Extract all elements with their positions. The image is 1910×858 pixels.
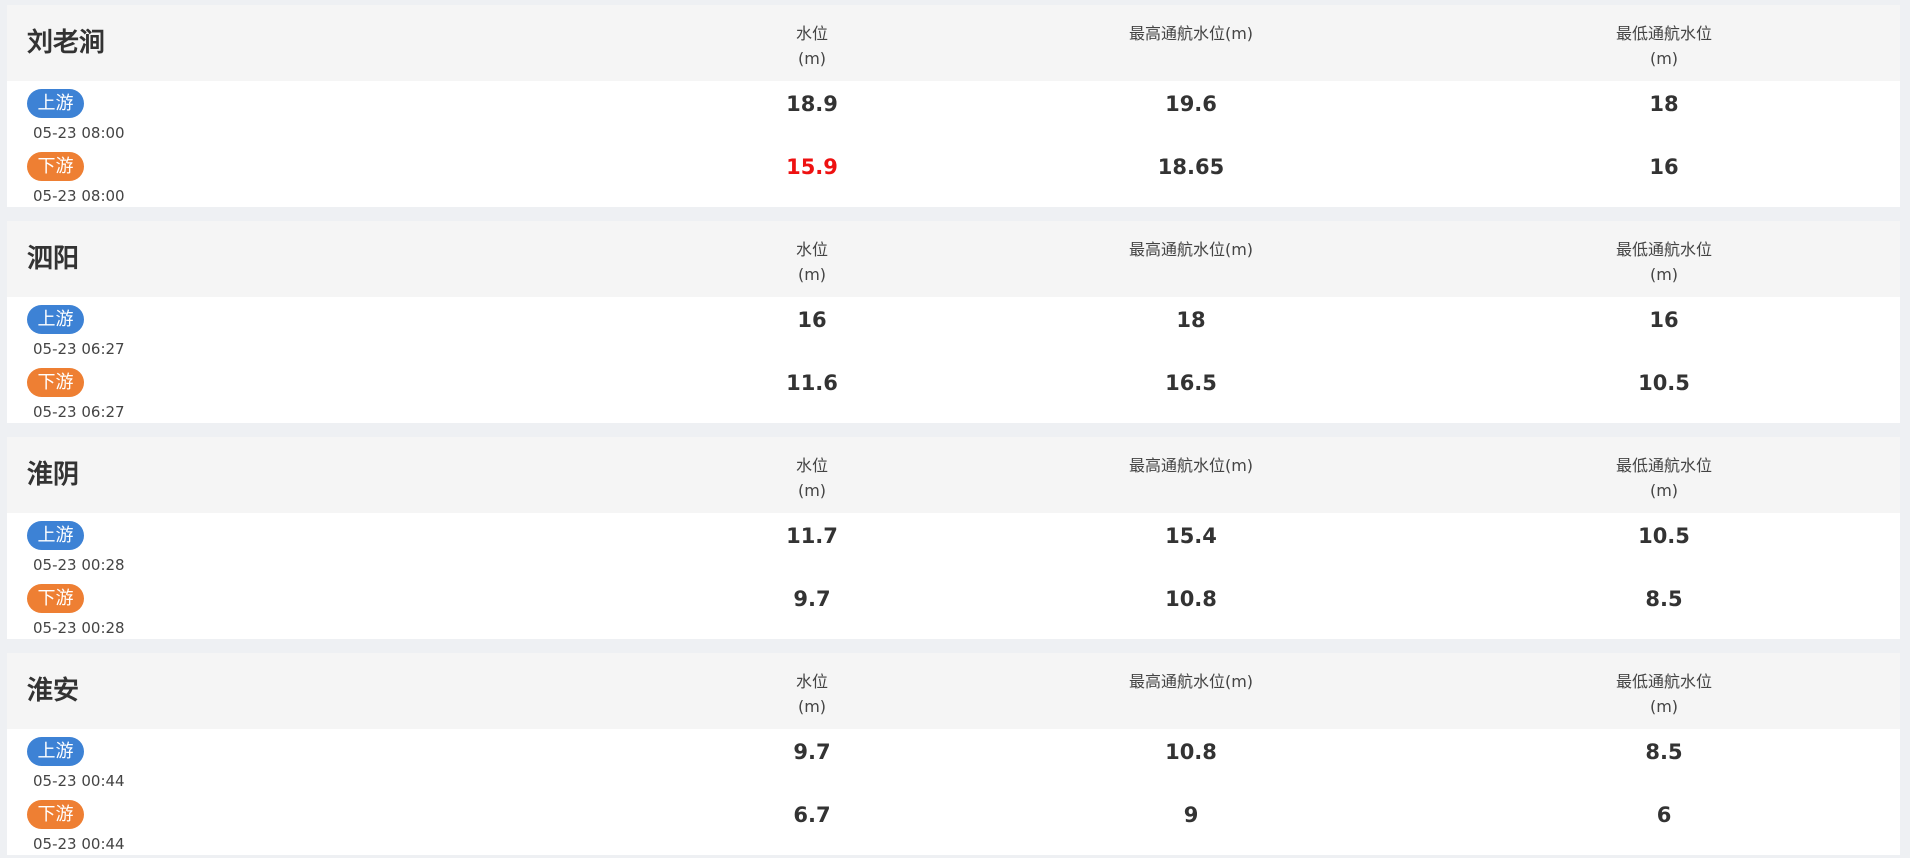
upstream-badge: 上游 (27, 305, 84, 334)
upstream-min-nav-value: 18 (1649, 92, 1679, 116)
upstream-badge: 上游 (27, 521, 84, 550)
col-header-max-nav: 最高通航水位(m) (1128, 672, 1254, 691)
upstream-time: 05-23 06:27 (33, 340, 125, 358)
col-header-min-nav: 最低通航水位 (m) (1615, 672, 1712, 716)
upstream-time: 05-23 00:44 (33, 772, 125, 790)
col-header-max-nav: 最高通航水位(m) (1128, 456, 1254, 475)
col-header-max-nav: 最高通航水位(m) (1128, 24, 1254, 43)
upstream-max-nav-value: 10.8 (1165, 740, 1217, 764)
col-header-level: 水位 (m) (795, 240, 828, 284)
upstream-badge: 上游 (27, 737, 84, 766)
upstream-min-nav-value: 16 (1649, 308, 1679, 332)
col-header-level: 水位 (m) (795, 24, 828, 68)
upstream-min-nav-value: 8.5 (1645, 740, 1683, 764)
downstream-level-value: 11.6 (786, 371, 838, 395)
upstream-min-nav-value: 10.5 (1638, 524, 1690, 548)
downstream-badge: 下游 (27, 152, 84, 181)
station-name: 淮阴 (27, 460, 80, 490)
downstream-min-nav-value: 10.5 (1638, 371, 1690, 395)
station-card-3: 淮安 水位 (m) 最高通航水位(m) 最低通航水位 (m) 上游 05-23 … (7, 653, 1900, 855)
station-name: 刘老涧 (27, 28, 106, 58)
downstream-max-nav-value: 16.5 (1165, 371, 1217, 395)
col-header-min-nav: 最低通航水位 (m) (1615, 240, 1712, 284)
col-header-min-nav: 最低通航水位 (m) (1615, 24, 1712, 68)
downstream-level-value: 6.7 (793, 803, 831, 827)
station-card-0: 刘老涧 水位 (m) 最高通航水位(m) 最低通航水位 (m) 上游 05-23… (7, 5, 1900, 207)
upstream-level-value: 16 (797, 308, 827, 332)
col-header-max-nav: 最高通航水位(m) (1128, 240, 1254, 259)
downstream-min-nav-value: 6 (1656, 803, 1672, 827)
downstream-time: 05-23 00:28 (33, 619, 125, 637)
col-header-level: 水位 (m) (795, 672, 828, 716)
downstream-time: 05-23 06:27 (33, 403, 125, 421)
upstream-level-value: 18.9 (786, 92, 838, 116)
upstream-level-value: 11.7 (786, 524, 838, 548)
upstream-time: 05-23 00:28 (33, 556, 125, 574)
downstream-badge: 下游 (27, 368, 84, 397)
station-header: 淮安 水位 (m) 最高通航水位(m) 最低通航水位 (m) (7, 653, 1900, 729)
water-level-page: 刘老涧 水位 (m) 最高通航水位(m) 最低通航水位 (m) 上游 05-23… (0, 0, 1910, 858)
downstream-min-nav-value: 8.5 (1645, 587, 1683, 611)
downstream-min-nav-value: 16 (1649, 155, 1679, 179)
col-header-min-nav: 最低通航水位 (m) (1615, 456, 1712, 500)
station-header: 泗阳 水位 (m) 最高通航水位(m) 最低通航水位 (m) (7, 221, 1900, 297)
downstream-max-nav-value: 10.8 (1165, 587, 1217, 611)
downstream-level-value-alert: 15.9 (786, 155, 838, 179)
downstream-max-nav-value: 18.65 (1157, 155, 1225, 179)
upstream-level-value: 9.7 (793, 740, 831, 764)
upstream-max-nav-value: 18 (1176, 308, 1206, 332)
downstream-time: 05-23 00:44 (33, 835, 125, 853)
station-name: 淮安 (27, 676, 80, 706)
upstream-max-nav-value: 19.6 (1165, 92, 1217, 116)
station-name: 泗阳 (27, 244, 80, 274)
upstream-badge: 上游 (27, 89, 84, 118)
upstream-time: 05-23 08:00 (33, 124, 125, 142)
col-header-level: 水位 (m) (795, 456, 828, 500)
upstream-max-nav-value: 15.4 (1165, 524, 1217, 548)
downstream-badge: 下游 (27, 584, 84, 613)
station-card-1: 泗阳 水位 (m) 最高通航水位(m) 最低通航水位 (m) 上游 05-23 … (7, 221, 1900, 423)
downstream-badge: 下游 (27, 800, 84, 829)
downstream-max-nav-value: 9 (1183, 803, 1199, 827)
downstream-time: 05-23 08:00 (33, 187, 125, 205)
station-header: 淮阴 水位 (m) 最高通航水位(m) 最低通航水位 (m) (7, 437, 1900, 513)
downstream-level-value: 9.7 (793, 587, 831, 611)
station-header: 刘老涧 水位 (m) 最高通航水位(m) 最低通航水位 (m) (7, 5, 1900, 81)
station-card-2: 淮阴 水位 (m) 最高通航水位(m) 最低通航水位 (m) 上游 05-23 … (7, 437, 1900, 639)
